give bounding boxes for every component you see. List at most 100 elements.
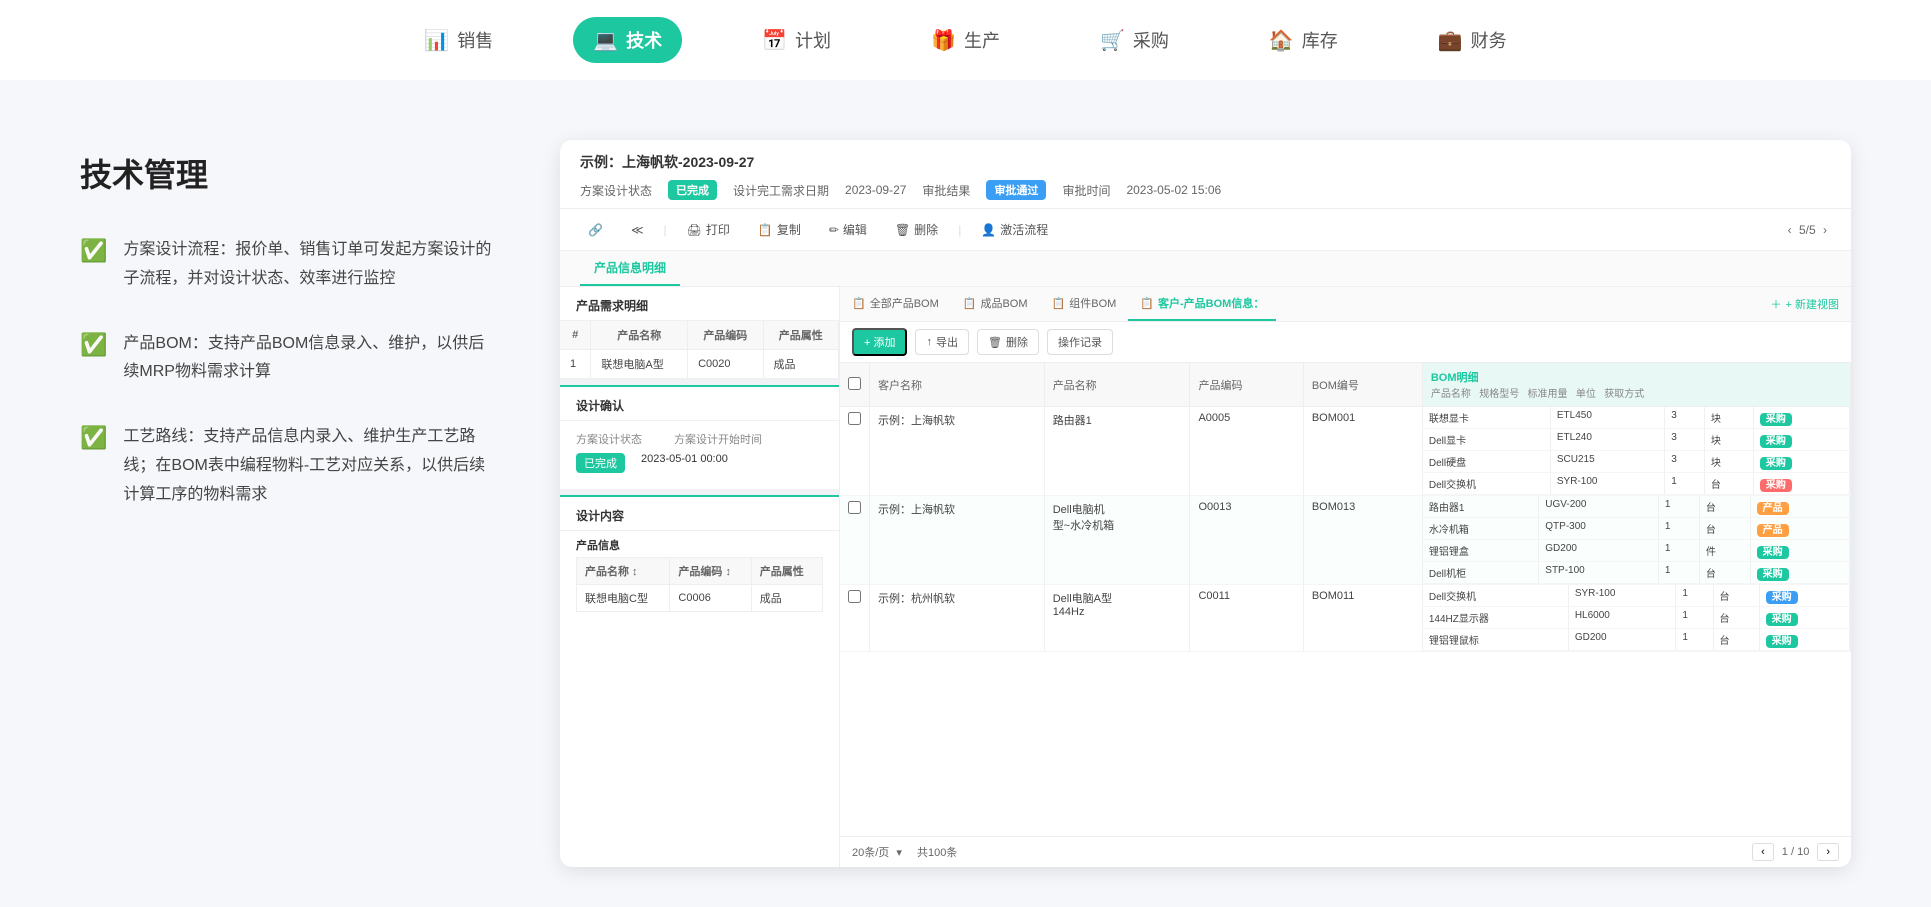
col-product-name: 产品名称 — [1044, 363, 1190, 407]
next-page-button[interactable]: › — [1817, 843, 1839, 861]
nav-produce-label: 生产 — [964, 27, 1000, 53]
row-product-code: C0011 — [1190, 585, 1303, 652]
approve-result-badge: 审批通过 — [986, 180, 1046, 200]
prev-page-button[interactable]: ‹ — [1784, 223, 1796, 237]
more-button[interactable]: ≪ — [623, 219, 652, 241]
design-content-title: 设计内容 — [560, 497, 839, 531]
produce-icon: 🎁 — [931, 28, 956, 53]
log-label: 操作记录 — [1058, 334, 1102, 350]
bom-table: 客户名称 产品名称 产品编码 BOM编号 BOM明细 产品名称 规格型号 标准用… — [840, 363, 1851, 652]
nav-stock[interactable]: 🏠 库存 — [1249, 17, 1358, 63]
check-icon-2: ✅ — [80, 332, 107, 358]
nav-tech[interactable]: 💻 技术 — [573, 17, 682, 63]
nav-purchase[interactable]: 🛒 采购 — [1080, 17, 1189, 63]
bom-tab-customer[interactable]: 📋 客户-产品BOM信息： — [1128, 287, 1276, 321]
activate-button[interactable]: 👤 激活流程 — [973, 217, 1056, 242]
bom-tab-component-label: 组件BOM — [1069, 295, 1116, 311]
prev-page-button[interactable]: ‹ — [1752, 843, 1774, 861]
product-info-label-area: 产品信息 — [560, 531, 839, 557]
select-all-checkbox[interactable] — [848, 377, 861, 390]
row-product: Dell电脑A型144Hz — [1044, 585, 1190, 652]
col-bom-code: BOM编号 — [1303, 363, 1422, 407]
print-label: 打印 — [706, 221, 730, 238]
print-button[interactable]: 🖨 打印 — [679, 217, 738, 242]
edit-button[interactable]: ✏ 编辑 — [821, 217, 875, 242]
delete-button[interactable]: 🗑 删除 — [887, 217, 946, 242]
bom-export-button[interactable]: ↑ 导出 — [915, 329, 969, 355]
design-confirm-section: 设计确认 方案设计状态 方案设计开始时间 已完成 2023-05-01 00:0… — [560, 385, 839, 489]
feature-text-3: 工艺路线：支持产品信息内录入、维护生产工艺路线；在BOM表中编程物料-工艺对应关… — [123, 423, 500, 509]
bom-add-label: + 添加 — [864, 334, 895, 350]
pagination-info: 5/5 — [1799, 223, 1816, 237]
nav-plan[interactable]: 📅 计划 — [742, 17, 851, 63]
design-status-row: 方案设计状态 方案设计开始时间 — [576, 431, 823, 447]
purchase-icon: 🛒 — [1100, 28, 1125, 53]
table-row: 示例：杭州帆软 Dell电脑A型144Hz C0011 BOM011 Dell交… — [840, 585, 1851, 652]
plan-icon: 📅 — [762, 28, 787, 53]
bom-add-button[interactable]: + 添加 — [852, 328, 907, 356]
product-info-label: 产品信息 — [576, 540, 620, 552]
page-size-area: 20条/页 ▾ 共100条 — [852, 844, 957, 860]
feature-list: ✅ 方案设计流程：报价单、销售订单可发起方案设计的子流程，并对设计状态、效率进行… — [80, 236, 500, 510]
delete-icon: 🗑 — [895, 223, 910, 237]
bom-delete-button[interactable]: 🗑 删除 — [977, 329, 1039, 355]
page-title: 技术管理 — [80, 150, 500, 196]
col-product-name: 产品名称 — [591, 321, 688, 350]
row-checkbox[interactable] — [840, 407, 870, 496]
design-status-label: 方案设计状态 — [576, 431, 666, 447]
copy-label: 复制 — [777, 221, 801, 238]
product-demand-table: # 产品名称 产品编码 产品属性 1 联想电脑A型 C0020 成品 — [560, 321, 839, 379]
row-checkbox[interactable] — [840, 496, 870, 585]
nav-sales[interactable]: 📊 销售 — [404, 17, 513, 63]
row-bom-details: 联想显卡ETL4503块采购 Dell显卡ETL2403块采购 Dell硬盘SC… — [1422, 407, 1850, 496]
next-page-button[interactable]: › — [1819, 223, 1831, 237]
approve-time-label: 审批时间 — [1062, 182, 1110, 199]
stock-icon: 🏠 — [1269, 28, 1294, 53]
approve-time-value: 2023-05-02 15:06 — [1126, 183, 1221, 197]
export-label: 导出 — [936, 334, 958, 350]
bom-tab-finished-label: 成品BOM — [980, 295, 1027, 311]
row-bom-details: 路由器1UGV-2001台产品 水冷机箱QTP-3001台产品 锂铝锂盒GD20… — [1422, 496, 1850, 585]
tab-product-info[interactable]: 产品信息明细 — [580, 251, 680, 286]
bom-tab-customer-label: 客户-产品BOM信息： — [1158, 295, 1264, 311]
bom-tab-all-icon: 📋 — [852, 297, 866, 310]
mini-row-attr: 成品 — [751, 585, 822, 612]
row-customer: 示例：杭州帆软 — [870, 585, 1045, 652]
share-button[interactable]: 🔗 — [580, 219, 611, 241]
bom-tab-finished[interactable]: 📋 成品BOM — [951, 287, 1040, 321]
row-bom-details: Dell交换机SYR-1001台采购 144HZ显示器HL60001台采购 锂铝… — [1422, 585, 1850, 652]
product-demand-title: 产品需求明细 — [560, 287, 839, 321]
row-product-code: C0020 — [688, 350, 763, 379]
nav-finance-label: 财务 — [1471, 27, 1507, 53]
col-product-code: 产品编码 — [688, 321, 763, 350]
sep2: | — [958, 223, 961, 237]
col-customer: 客户名称 — [870, 363, 1045, 407]
feature-text-2: 产品BOM：支持产品BOM信息录入、维护，以供后续MRP物料需求计算 — [123, 330, 500, 388]
bom-toolbar: + 添加 ↑ 导出 🗑 删除 操作记录 — [840, 322, 1851, 363]
print-icon: 🖨 — [687, 223, 702, 237]
main-content: 技术管理 ✅ 方案设计流程：报价单、销售订单可发起方案设计的子流程，并对设计状态… — [0, 80, 1931, 907]
bom-tab-component[interactable]: 📋 组件BOM — [1040, 287, 1129, 321]
page-size: 20条/页 — [852, 847, 889, 859]
demo-toolbar: 🔗 ≪ | 🖨 打印 📋 复制 ✏ 编辑 🗑 删除 | 👤 激活流程 — [560, 209, 1851, 251]
design-values-row: 已完成 2023-05-01 00:00 — [576, 453, 823, 473]
copy-button[interactable]: 📋 复制 — [750, 217, 809, 242]
bom-log-button[interactable]: 操作记录 — [1047, 329, 1113, 355]
design-date-value: 2023-09-27 — [845, 183, 906, 197]
col-product-code: 产品编码 — [1190, 363, 1303, 407]
nav-tech-label: 技术 — [626, 27, 662, 53]
row-checkbox[interactable] — [840, 585, 870, 652]
row-bom-code: BOM001 — [1303, 407, 1422, 496]
row-product-attr: 成品 — [763, 350, 838, 379]
demo-meta: 方案设计状态 已完成 设计完工需求日期 2023-09-27 审批结果 审批通过… — [580, 180, 1831, 200]
row-product-name: 联想电脑A型 — [591, 350, 688, 379]
nav-finance[interactable]: 💼 财务 — [1418, 17, 1527, 63]
design-confirm-form: 方案设计状态 方案设计开始时间 已完成 2023-05-01 00:00 — [560, 421, 839, 489]
demo-title: 示例：上海帆软-2023-09-27 — [580, 152, 1831, 172]
nav-produce[interactable]: 🎁 生产 — [911, 17, 1020, 63]
design-status-badge: 已完成 — [576, 453, 625, 473]
bom-tab-all[interactable]: 📋 全部产品BOM — [840, 287, 951, 321]
bom-add-view-button[interactable]: ＋ + 新建视图 — [1759, 287, 1851, 321]
status-label: 方案设计状态 — [580, 182, 652, 199]
bom-footer: 20条/页 ▾ 共100条 ‹ 1 / 10 › — [840, 836, 1851, 867]
